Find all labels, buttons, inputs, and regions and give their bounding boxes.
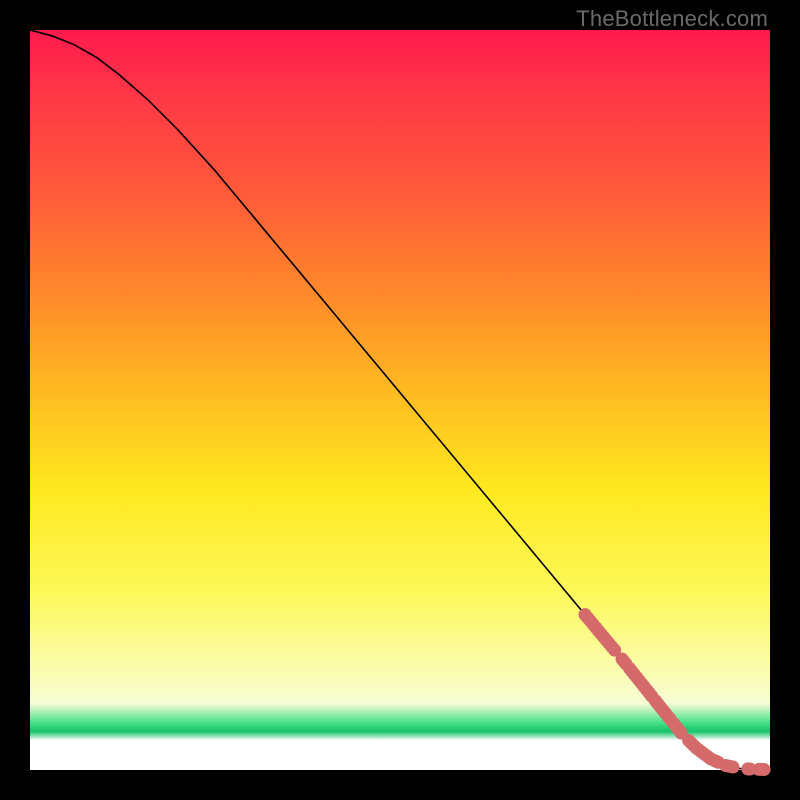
chart-svg [30,30,770,770]
watermark-text: TheBottleneck.com [576,6,768,32]
curve-line [30,30,770,770]
chart-container: TheBottleneck.com [0,0,800,800]
plot-area [30,30,770,770]
highlight-dot [727,761,740,774]
highlight-markers [579,608,771,776]
highlight-dot [758,763,771,776]
